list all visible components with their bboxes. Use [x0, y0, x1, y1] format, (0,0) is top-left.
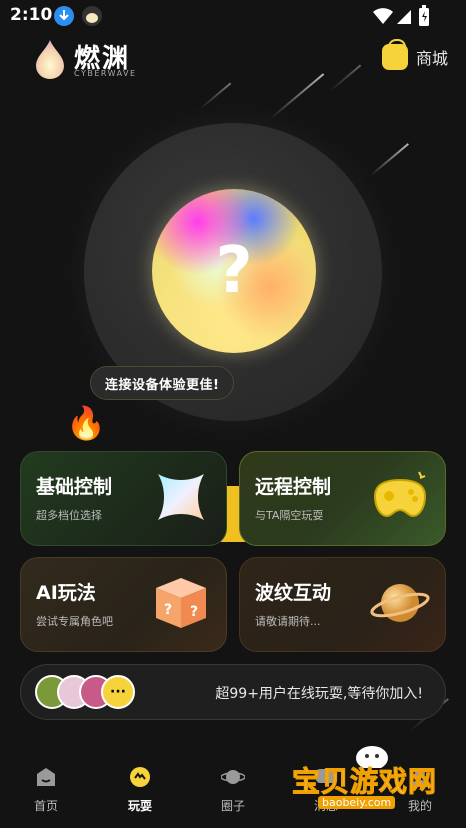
- nav-item-circle[interactable]: 圈子: [203, 766, 263, 814]
- svg-text:?: ?: [190, 604, 198, 620]
- app-notification-icon: [82, 6, 102, 26]
- more-users-icon: ···: [101, 675, 135, 709]
- online-users-bar[interactable]: ··· 超99+用户在线玩耍,等待你加入!: [20, 664, 446, 720]
- status-bar: 2:10: [0, 0, 466, 30]
- star-shape-icon: [158, 474, 204, 520]
- card-remote-control[interactable]: 远程控制 与TA隔空玩耍: [239, 451, 446, 546]
- watermark-url: baobeiy.com: [318, 796, 396, 809]
- online-users-text: 超99+用户在线玩耍,等待你加入!: [215, 686, 423, 702]
- wifi-icon: [373, 8, 393, 24]
- connect-device-tooltip: 连接设备体验更佳!: [90, 366, 235, 400]
- meteor-streak: [369, 143, 409, 177]
- gamepad-icon: [373, 471, 427, 518]
- shop-button[interactable]: 商城: [381, 39, 448, 70]
- card-ripple-interaction[interactable]: 波纹互动 请敬请期待...: [239, 557, 446, 652]
- card-ai-play[interactable]: AI玩法 尝试专属角色吧 ? ?: [20, 557, 227, 652]
- tooltip-text: 连接设备体验更佳!: [105, 377, 220, 393]
- nav-item-home[interactable]: 首页: [16, 766, 76, 814]
- card-subtitle: 请敬请期待...: [255, 615, 321, 628]
- signal-icon: [397, 10, 411, 24]
- play-icon: [130, 767, 150, 787]
- card-title: 基础控制: [36, 476, 113, 498]
- card-title: 波纹互动: [255, 582, 332, 604]
- avatar-group: ···: [35, 675, 155, 711]
- planet-icon: [370, 584, 430, 622]
- shop-label: 商城: [415, 49, 448, 68]
- nav-label: 圈子: [220, 799, 245, 813]
- status-time: 2:10: [10, 5, 53, 25]
- planet-icon: [220, 770, 246, 784]
- home-icon: [37, 768, 55, 786]
- meteor-streak: [329, 64, 362, 92]
- download-icon: [54, 6, 74, 26]
- card-basic-control[interactable]: 基础控制 超多档位选择: [20, 451, 227, 546]
- nav-label: 首页: [33, 799, 58, 813]
- question-mark-icon: ?: [215, 234, 253, 308]
- nav-item-play[interactable]: 玩耍: [110, 766, 170, 814]
- battery-icon: [419, 5, 429, 26]
- card-subtitle: 与TA隔空玩耍: [255, 509, 324, 522]
- meteor-streak: [199, 82, 232, 110]
- meteor-streak: [269, 73, 325, 120]
- card-title: 远程控制: [255, 476, 332, 498]
- watermark: 宝贝游戏网 baobeiy.com: [291, 738, 462, 818]
- nav-label: 玩耍: [127, 799, 152, 813]
- app-logo-subtitle: CYBERWAVE: [74, 69, 137, 78]
- card-title: AI玩法: [36, 582, 96, 604]
- logo-icon: [36, 40, 64, 79]
- card-subtitle: 尝试专属角色吧: [36, 615, 113, 628]
- watermark-text: 宝贝游戏网: [291, 765, 438, 799]
- svg-text:?: ?: [164, 602, 172, 618]
- card-subtitle: 超多档位选择: [36, 509, 102, 522]
- fire-icon: 🔥: [66, 404, 106, 442]
- shopping-bag-icon: [381, 39, 408, 70]
- mystery-box-icon: ? ?: [156, 578, 206, 628]
